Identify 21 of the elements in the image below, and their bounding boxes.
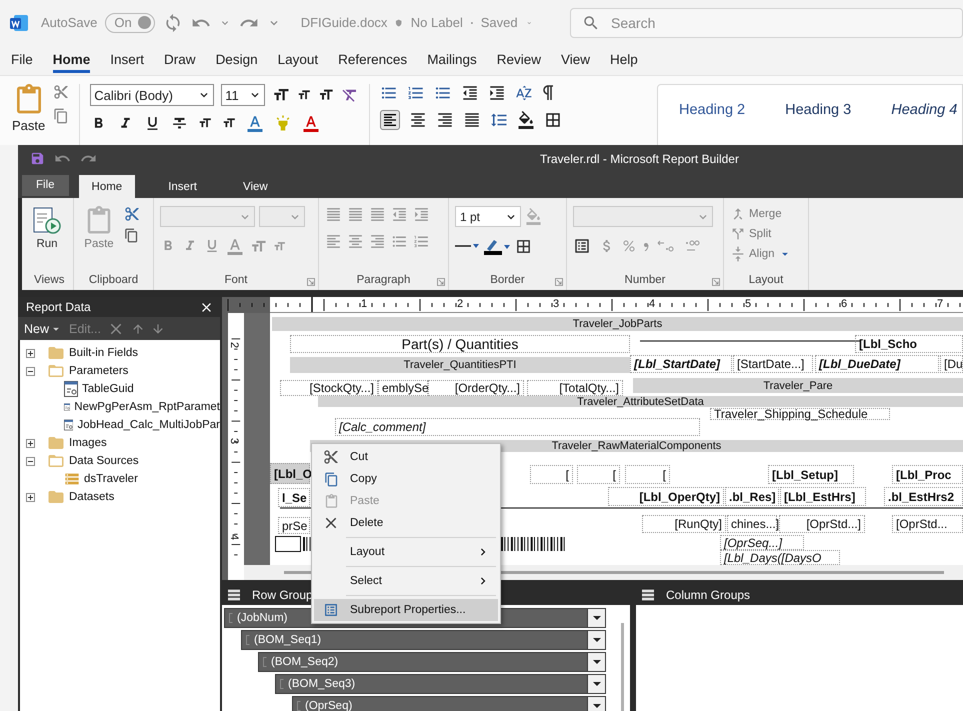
panel-title: Column Groups <box>666 588 750 602</box>
ruler-number: 2 <box>457 298 464 310</box>
document-name: DFIGuide.docx <box>300 15 388 30</box>
window-title: Traveler.rdl - Microsoft Report Builder <box>540 152 739 166</box>
ruler-number: 1 <box>361 298 368 310</box>
ruler-number: 4 <box>649 298 656 310</box>
group-label: Paragraph <box>356 273 412 288</box>
group-label: Clipboard <box>88 273 140 288</box>
ruler-number: 6 <box>841 298 848 310</box>
ruler-number: 2 <box>228 342 240 348</box>
ruler-number: 3 <box>228 438 240 444</box>
ruler-number: 4 <box>228 534 240 540</box>
ruler-number: 7 <box>937 298 944 310</box>
panel-title: Report Data <box>26 300 91 314</box>
ruler-number: 3 <box>553 298 560 310</box>
group-label: Border <box>489 273 526 288</box>
group-label: Font <box>223 273 248 288</box>
ruler-number: 5 <box>745 298 752 310</box>
group-label: Layout <box>748 273 784 288</box>
autosave-label: AutoSave <box>41 15 98 30</box>
group-label: Number <box>624 273 666 288</box>
